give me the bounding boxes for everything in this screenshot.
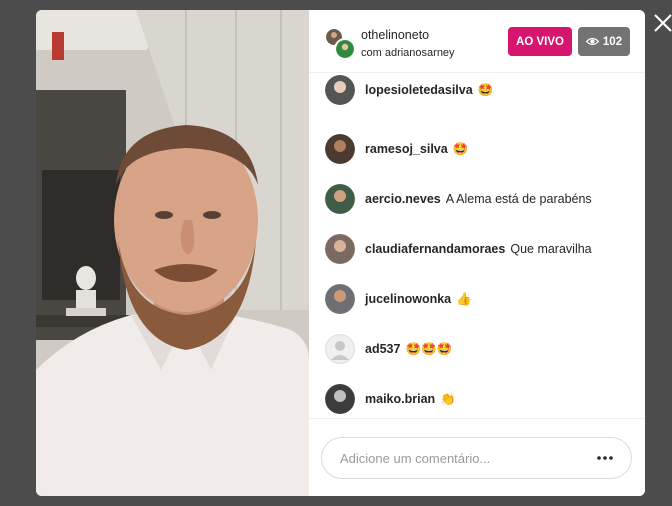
comment-item: jucelinowonka 👍 [325, 284, 472, 314]
comment-username[interactable]: ad537 [365, 342, 400, 356]
live-badge: AO VIVO [508, 27, 572, 56]
comment-text: A Alema está de parabéns [445, 192, 592, 206]
comment-text: Que maravilha [510, 242, 592, 256]
commenter-avatar[interactable] [325, 384, 355, 414]
comment-username[interactable]: aercio.neves [365, 192, 441, 206]
commenter-avatar[interactable] [325, 234, 355, 264]
comment-text: 👍 [456, 291, 472, 306]
more-options-button[interactable] [594, 450, 616, 466]
comment-username[interactable]: claudiafernandamoraes [365, 242, 505, 256]
close-button[interactable] [652, 12, 672, 34]
comment-username[interactable]: jucelinowonka [365, 292, 451, 306]
more-options-icon [597, 456, 613, 460]
commenter-avatar[interactable] [325, 334, 355, 364]
comment-text: 🤩 [452, 141, 469, 156]
comment-footer [309, 418, 645, 496]
host-username[interactable]: othelinoneto [361, 28, 429, 42]
commenter-avatar[interactable] [325, 184, 355, 214]
comment-item: ad537 🤩🤩🤩 [325, 334, 452, 364]
live-header: othelinoneto com adrianosarney AO VIVO 1… [309, 10, 645, 73]
live-video[interactable] [36, 10, 309, 496]
comment-item: maiko.brian 👏 [325, 384, 456, 414]
video-frame [36, 10, 309, 496]
host-avatars[interactable] [324, 27, 356, 60]
commenter-avatar[interactable] [325, 134, 355, 164]
comment-username[interactable]: ramesoj_silva [365, 142, 448, 156]
comments-list: lopesioletedasilva 🤩 ramesoj_silva 🤩 aerci… [309, 73, 645, 418]
live-video-modal: othelinoneto com adrianosarney AO VIVO 1… [36, 10, 645, 496]
commenter-avatar[interactable] [325, 284, 355, 314]
viewer-count: 102 [602, 35, 623, 48]
comment-item: ramesoj_silva 🤩 [325, 134, 468, 164]
comment-text: 🤩 [477, 82, 494, 97]
comment-input[interactable] [340, 448, 580, 468]
comment-username[interactable]: lopesioletedasilva [365, 83, 473, 97]
commenter-avatar[interactable] [325, 75, 355, 105]
comment-username[interactable]: maiko.brian [365, 392, 435, 406]
host-subtitle: com adrianosarney [361, 47, 455, 59]
guest-avatar [334, 38, 356, 60]
close-icon [654, 14, 672, 32]
comment-text: 👏 [440, 391, 456, 406]
comment-item: claudiafernandamoraes Que maravilha [325, 234, 592, 264]
viewer-count-badge[interactable]: 102 [578, 27, 630, 56]
comment-item: aercio.neves A Alema está de parabéns [325, 184, 592, 214]
live-comments-panel: othelinoneto com adrianosarney AO VIVO 1… [309, 10, 645, 496]
eye-icon [585, 37, 599, 46]
comment-text: 🤩🤩🤩 [405, 341, 453, 356]
comment-item: lopesioletedasilva 🤩 [325, 75, 493, 105]
comment-box [321, 437, 632, 479]
